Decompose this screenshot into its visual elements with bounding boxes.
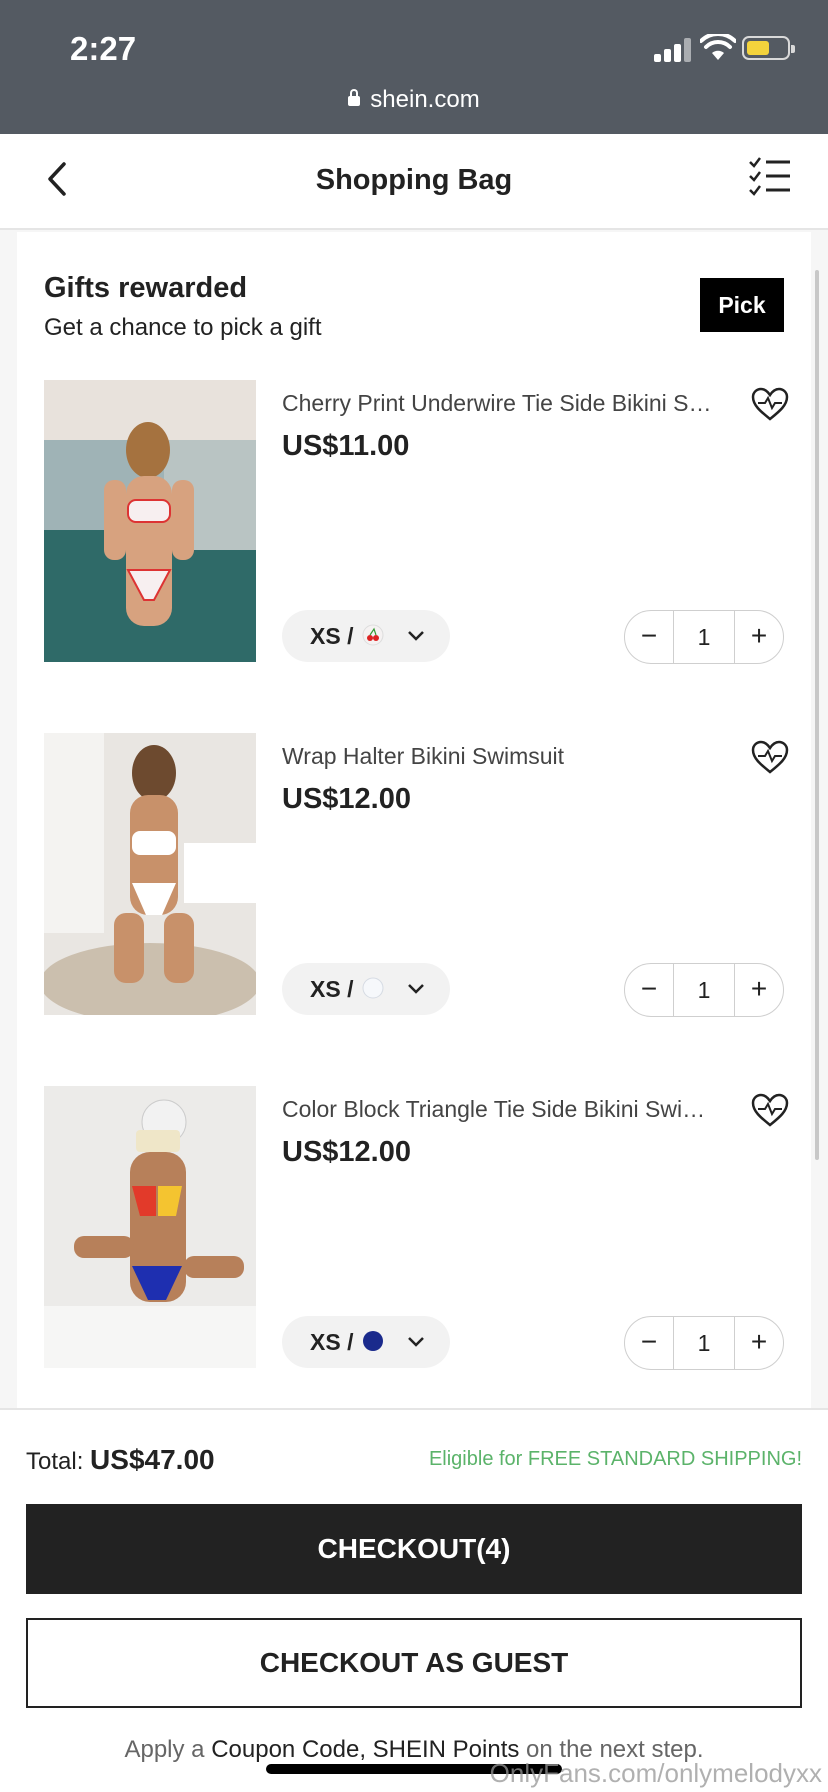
product-image[interactable] <box>44 1086 256 1368</box>
quantity-stepper: − 1 + <box>624 963 784 1017</box>
decrease-quantity-button[interactable]: − <box>625 611 673 663</box>
quantity-stepper: − 1 + <box>624 1316 784 1370</box>
size-label: XS / <box>310 1329 354 1355</box>
url-bar[interactable]: shein.com <box>0 86 828 114</box>
cart-item: Wrap Halter Bikini Swimsuit US$12.00 XS … <box>44 733 789 1023</box>
product-price: US$12.00 <box>282 1136 411 1168</box>
product-name[interactable]: Color Block Triangle Tie Side Bikini Swi… <box>282 1096 712 1123</box>
color-swatch <box>362 977 384 999</box>
product-price: US$11.00 <box>282 430 410 462</box>
wishlist-heart-icon[interactable] <box>750 739 790 775</box>
watermark: OnlyFans.com/onlymelodyxx <box>489 1758 822 1788</box>
increase-quantity-button[interactable]: + <box>735 611 783 663</box>
product-name[interactable]: Cherry Print Underwire Tie Side Bikini S… <box>282 390 712 417</box>
chevron-down-icon <box>408 1337 424 1347</box>
color-swatch <box>363 1331 383 1351</box>
status-bar: 2:27 shein.com <box>0 0 828 134</box>
status-time: 2:27 <box>70 30 137 67</box>
signal-icon <box>654 38 691 62</box>
total-label: Total: <box>26 1448 84 1475</box>
lock-icon <box>348 89 361 106</box>
size-label: XS / <box>310 623 354 649</box>
quantity-value[interactable]: 1 <box>673 964 735 1016</box>
size-label: XS / <box>310 976 354 1002</box>
battery-icon <box>742 36 795 60</box>
decrease-quantity-button[interactable]: − <box>625 1317 673 1369</box>
checklist-icon[interactable] <box>746 152 794 200</box>
size-color-select[interactable]: XS / <box>282 1316 450 1368</box>
size-color-select[interactable]: XS / <box>282 963 450 1015</box>
checkout-button[interactable]: CHECKOUT(4) <box>26 1504 802 1594</box>
product-price: US$12.00 <box>282 783 411 815</box>
quantity-value[interactable]: 1 <box>673 611 735 663</box>
gifts-subtitle: Get a chance to pick a gift <box>44 314 322 341</box>
wishlist-heart-icon[interactable] <box>750 386 790 422</box>
color-swatch <box>362 624 384 646</box>
cart-item: Cherry Print Underwire Tie Side Bikini S… <box>44 380 789 670</box>
cart-item: Color Block Triangle Tie Side Bikini Swi… <box>44 1086 789 1376</box>
shipping-note: Eligible for FREE STANDARD SHIPPING! <box>428 1448 802 1470</box>
product-image[interactable] <box>44 380 256 662</box>
quantity-value[interactable]: 1 <box>673 1317 735 1369</box>
scrollbar[interactable] <box>815 270 819 1160</box>
chevron-down-icon <box>408 984 424 994</box>
increase-quantity-button[interactable]: + <box>735 964 783 1016</box>
chevron-down-icon <box>408 631 424 641</box>
apply-prefix: Apply a <box>124 1736 205 1763</box>
url-text: shein.com <box>370 86 480 113</box>
product-image[interactable] <box>44 733 256 1015</box>
page-header: Shopping Bag <box>0 134 828 230</box>
product-name[interactable]: Wrap Halter Bikini Swimsuit <box>282 743 712 770</box>
wifi-icon <box>700 34 736 60</box>
quantity-stepper: − 1 + <box>624 610 784 664</box>
checkout-footer: Total: US$47.00 Eligible for FREE STANDA… <box>0 1408 828 1792</box>
size-color-select[interactable]: XS / <box>282 610 450 662</box>
cart-list: Gifts rewarded Get a chance to pick a gi… <box>17 232 811 1408</box>
page-title: Shopping Bag <box>315 164 513 196</box>
increase-quantity-button[interactable]: + <box>735 1317 783 1369</box>
decrease-quantity-button[interactable]: − <box>625 964 673 1016</box>
total-value: US$47.00 <box>90 1444 215 1475</box>
order-total: Total: US$47.00 <box>26 1444 215 1476</box>
gifts-title: Gifts rewarded <box>44 272 248 304</box>
checkout-as-guest-button[interactable]: CHECKOUT AS GUEST <box>26 1618 802 1708</box>
pick-gift-button[interactable]: Pick <box>700 278 784 332</box>
wishlist-heart-icon[interactable] <box>750 1092 790 1128</box>
apply-highlight: Coupon Code, SHEIN Points <box>211 1736 520 1763</box>
